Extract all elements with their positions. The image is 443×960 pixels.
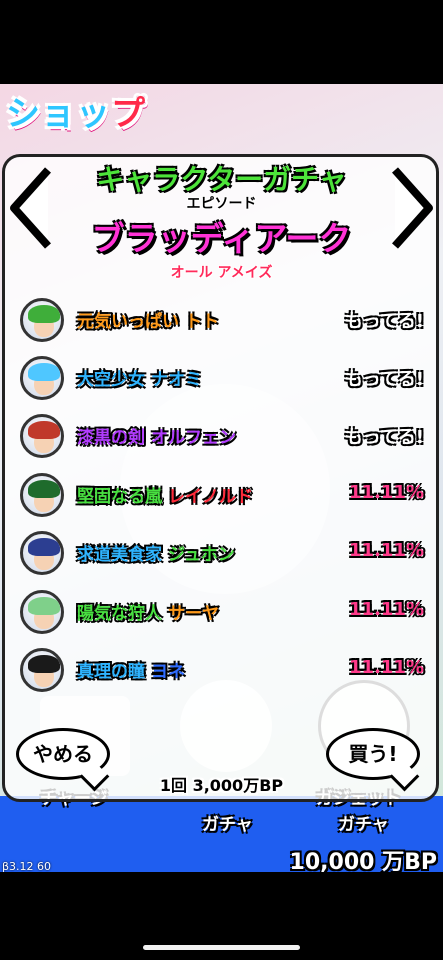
character-row[interactable]: 求道美食家 ジュホン 11.11% <box>20 531 430 581</box>
avatar-hair <box>28 597 60 615</box>
character-title: 元気いっぱい <box>77 312 179 332</box>
character-name: 求道美食家 ジュホン <box>77 540 235 565</box>
avatar-hair <box>28 363 60 381</box>
character-gacha-label: ガチャ <box>202 815 253 835</box>
character-title: 堅固なる嵐 <box>77 487 162 507</box>
gacha-type-title: キャラクターガチャ <box>96 163 347 196</box>
character-status: もってる! <box>344 369 424 390</box>
character-short-name: オルフェン <box>151 428 236 448</box>
avatar-hair <box>28 655 60 673</box>
character-short-name: トト <box>185 312 219 332</box>
character-avatar <box>20 590 64 634</box>
character-status: 11.11% <box>349 657 424 678</box>
avatar-hair <box>28 305 60 323</box>
character-name: 陽気な狩人 サーヤ <box>77 599 219 624</box>
character-name: 大空少女 ナオミ <box>77 365 202 390</box>
character-name: 漆黒の剣 オルフェン <box>77 423 236 448</box>
bp-balance: 10,000 万BP <box>289 850 437 872</box>
home-indicator[interactable] <box>143 945 300 950</box>
character-status: 11.11% <box>349 482 424 503</box>
character-avatar <box>20 298 64 342</box>
character-avatar <box>20 648 64 692</box>
character-avatar <box>20 356 64 400</box>
character-title: 陽気な狩人 <box>77 604 162 624</box>
character-row[interactable]: 大空少女 ナオミ もってる! <box>20 356 430 406</box>
character-title: 求道美食家 <box>77 545 162 565</box>
avatar-hair <box>28 480 60 498</box>
character-name: 元気いっぱい トト <box>77 307 219 332</box>
character-status: もってる! <box>344 427 424 448</box>
character-status: 11.11% <box>349 540 424 561</box>
episode-name: ブラッディアーク <box>91 219 352 258</box>
character-name: 堅固なる嵐 レイノルド <box>77 482 253 507</box>
character-short-name: ナオミ <box>151 370 202 390</box>
version-label: β3.12 60 <box>2 860 52 872</box>
avatar-hair <box>28 421 60 439</box>
gadget-gacha-label: ガチャ <box>338 815 389 835</box>
character-status: 11.11% <box>349 599 424 620</box>
avatar-hair <box>28 538 60 556</box>
character-row[interactable]: 漆黒の剣 オルフェン もってる! <box>20 414 430 464</box>
character-short-name: レイノルド <box>168 487 253 507</box>
character-row[interactable]: 堅固なる嵐 レイノルド 11.11% <box>20 473 430 523</box>
character-short-name: ヨネ <box>151 662 185 682</box>
character-title: 漆黒の剣 <box>77 428 145 448</box>
character-row[interactable]: 真理の瞳 ヨネ 11.11% <box>20 648 430 698</box>
character-avatar <box>20 414 64 458</box>
gacha-subtitle: オール アメイズ <box>170 265 273 281</box>
character-row[interactable]: 陽気な狩人 サーヤ 11.11% <box>20 590 430 640</box>
character-name: 真理の瞳 ヨネ <box>77 657 185 682</box>
shop-title: ショップ <box>6 94 146 134</box>
character-short-name: ジュホン <box>168 545 235 565</box>
character-title: 真理の瞳 <box>77 662 145 682</box>
character-row[interactable]: 元気いっぱい トト もってる! <box>20 298 430 348</box>
character-avatar <box>20 531 64 575</box>
character-avatar <box>20 473 64 517</box>
gacha-price: 1回 3,000万BP <box>159 776 284 795</box>
character-status: もってる! <box>344 311 424 332</box>
character-short-name: サーヤ <box>168 604 219 624</box>
character-title: 大空少女 <box>77 370 145 390</box>
episode-label: エピソード <box>186 196 257 212</box>
